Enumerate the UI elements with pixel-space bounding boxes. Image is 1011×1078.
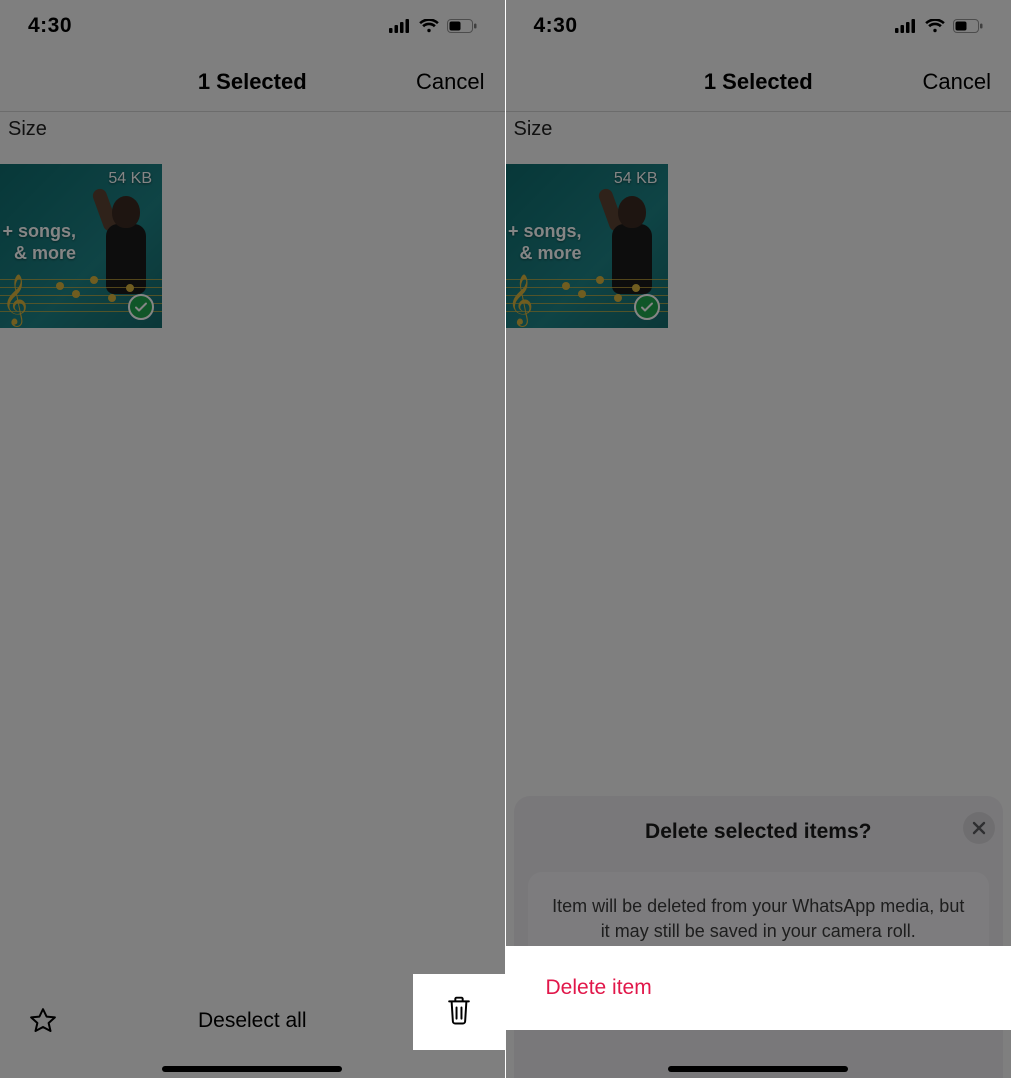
status-bar: 4:30 xyxy=(0,0,505,52)
status-icons xyxy=(389,19,477,33)
cancel-button[interactable]: Cancel xyxy=(923,69,991,95)
sheet-close-button[interactable] xyxy=(963,812,995,844)
deselect-all-button[interactable]: Deselect all xyxy=(198,1009,307,1033)
selected-check-icon xyxy=(634,294,660,320)
delete-row-highlight: Delete item xyxy=(506,946,1011,1030)
action-sheet: Delete selected items? Item will be dele… xyxy=(506,796,1011,1078)
trash-icon xyxy=(444,994,474,1026)
nav-title: 1 Selected xyxy=(198,69,307,95)
section-header-size: Size xyxy=(514,118,553,141)
wifi-icon xyxy=(419,19,439,33)
nav-title: 1 Selected xyxy=(704,69,813,95)
nav-bar: 1 Selected Cancel xyxy=(506,52,1011,112)
status-time: 4:30 xyxy=(28,14,72,38)
section-header-size: Size xyxy=(8,118,47,141)
status-icons xyxy=(895,19,983,33)
thumbnail-text: + songs,& more xyxy=(506,220,582,264)
media-thumbnail[interactable]: + songs,& more 𝄞 54 KB xyxy=(506,164,668,328)
sheet-title: Delete selected items? xyxy=(514,796,1004,862)
battery-icon xyxy=(953,19,983,33)
cellular-icon xyxy=(895,19,917,33)
thumbnail-text: + songs,& more xyxy=(0,220,76,264)
status-time: 4:30 xyxy=(534,14,578,38)
trash-button[interactable] xyxy=(444,994,474,1031)
screenshot-right: 4:30 1 Selected Cancel Size + songs,& mo… xyxy=(506,0,1011,1078)
trash-button-highlight xyxy=(413,974,505,1050)
cellular-icon xyxy=(389,19,411,33)
delete-item-button[interactable]: Delete item xyxy=(524,956,994,1020)
star-button[interactable] xyxy=(28,1006,58,1036)
selected-check-icon xyxy=(128,294,154,320)
battery-icon xyxy=(447,19,477,33)
wifi-icon xyxy=(925,19,945,33)
media-thumbnail[interactable]: + songs,& more 𝄞 54 KB xyxy=(0,164,162,328)
dim-overlay xyxy=(0,0,505,1078)
home-indicator xyxy=(162,1066,342,1072)
close-icon xyxy=(971,820,987,836)
screenshot-left: 4:30 1 Selected Cancel Size + songs,& mo… xyxy=(0,0,506,1078)
cancel-button[interactable]: Cancel xyxy=(416,69,484,95)
status-bar: 4:30 xyxy=(506,0,1011,52)
nav-bar: 1 Selected Cancel xyxy=(0,52,505,112)
thumbnail-size-badge: 54 KB xyxy=(614,170,658,188)
thumbnail-size-badge: 54 KB xyxy=(108,170,152,188)
home-indicator xyxy=(668,1066,848,1072)
